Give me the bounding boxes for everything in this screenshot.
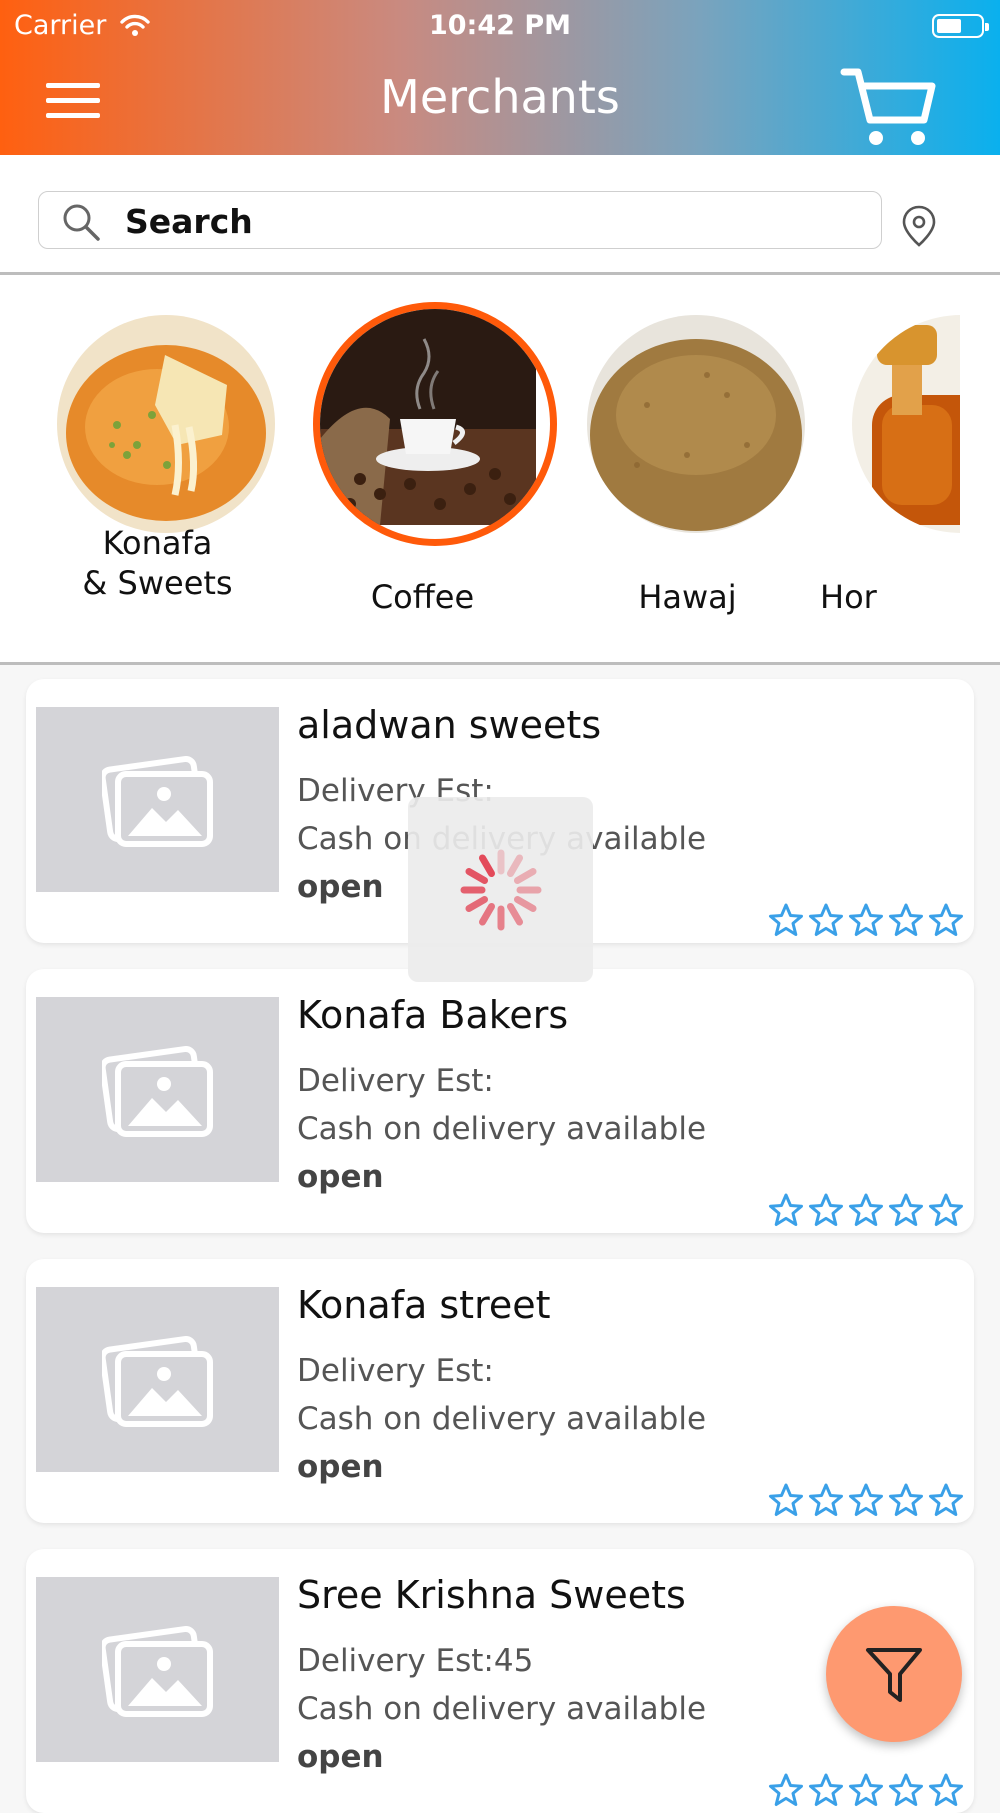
spinner-spoke <box>478 902 495 926</box>
star-icon <box>769 903 803 936</box>
star-icon <box>809 903 843 936</box>
merchant-image-placeholder <box>36 1287 279 1472</box>
category-carousel[interactable]: Konafa & Sweets Coffee Hawaj Hor <box>0 275 1000 665</box>
cart-icon[interactable] <box>840 66 936 148</box>
merchant-name: Sree Krishna Sweets <box>297 1573 686 1617</box>
image-placeholder-icon <box>102 1335 213 1427</box>
battery-icon <box>932 14 989 38</box>
filter-icon <box>866 1648 922 1702</box>
category-image-honey <box>852 315 960 533</box>
search-bar <box>0 155 1000 275</box>
star-icon <box>769 1483 803 1516</box>
merchant-name: Konafa street <box>297 1283 551 1327</box>
star-icon <box>809 1483 843 1516</box>
merchant-name: Konafa Bakers <box>297 993 569 1037</box>
star-icon <box>809 1193 843 1226</box>
category-honey[interactable]: Hor <box>820 275 960 662</box>
category-image-coffee <box>313 302 557 546</box>
merchant-status: open <box>297 1159 384 1195</box>
category-image-konafa <box>57 315 275 533</box>
category-image-hawaj <box>587 315 805 533</box>
spinner-icon <box>460 849 542 931</box>
merchant-delivery-est: Delivery Est:45 <box>297 1643 534 1679</box>
merchant-card[interactable]: Konafa Bakers Delivery Est: Cash on deli… <box>26 969 974 1233</box>
merchant-image-placeholder <box>36 707 279 892</box>
rating-stars <box>768 1193 964 1227</box>
merchant-payment-info: Cash on delivery available <box>297 1401 707 1437</box>
category-label: Konafa & Sweets <box>82 524 233 602</box>
category-label: Coffee <box>370 578 475 616</box>
merchant-payment-info: Cash on delivery available <box>297 1111 707 1147</box>
merchant-delivery-est: Delivery Est: <box>297 1063 494 1099</box>
rating-stars <box>768 1483 964 1517</box>
merchant-status: open <box>297 869 384 905</box>
category-coffee[interactable]: Coffee <box>290 275 557 662</box>
star-icon <box>889 1483 923 1516</box>
filter-button[interactable] <box>826 1606 962 1742</box>
merchant-status: open <box>297 1739 384 1775</box>
spinner-spoke <box>465 896 489 912</box>
merchant-delivery-est: Delivery Est: <box>297 1353 494 1389</box>
spinner-spoke <box>465 868 489 884</box>
status-bar: Carrier 10:42 PM <box>0 6 1000 46</box>
merchant-payment-info: Cash on delivery available <box>297 1691 707 1727</box>
category-konafa-sweets[interactable]: Konafa & Sweets <box>25 275 290 662</box>
star-icon <box>769 1773 803 1806</box>
star-icon <box>849 1773 883 1806</box>
spinner-spoke <box>479 854 495 878</box>
merchant-name: aladwan sweets <box>297 703 602 747</box>
star-icon <box>769 1193 803 1226</box>
spinner-spoke <box>513 868 537 884</box>
star-icon <box>889 903 923 936</box>
location-icon[interactable] <box>902 205 936 247</box>
star-icon <box>849 1193 883 1226</box>
merchant-image-placeholder <box>36 997 279 1182</box>
search-icon <box>63 204 100 241</box>
rating-stars <box>768 903 964 937</box>
category-hawaj[interactable]: Hawaj <box>555 275 820 662</box>
search-box[interactable] <box>38 191 882 249</box>
star-icon <box>929 1483 963 1516</box>
merchant-status: open <box>297 1449 384 1485</box>
star-icon <box>929 903 963 936</box>
star-icon <box>849 903 883 936</box>
status-time: 10:42 PM <box>428 10 571 41</box>
loading-spinner <box>408 797 593 982</box>
rating-stars <box>768 1773 964 1807</box>
image-placeholder-icon <box>102 1045 213 1137</box>
image-placeholder-icon <box>102 1625 213 1717</box>
image-placeholder-icon <box>102 755 213 847</box>
merchant-image-placeholder <box>36 1577 279 1762</box>
star-icon <box>809 1773 843 1806</box>
search-input[interactable] <box>123 198 867 244</box>
star-icon <box>889 1193 923 1226</box>
spinner-spoke <box>506 902 523 926</box>
star-icon <box>849 1483 883 1516</box>
category-label: Hawaj <box>638 578 737 616</box>
app-header: Carrier 10:42 PM Merchants <box>0 0 1000 155</box>
merchant-card[interactable]: Konafa street Delivery Est: Cash on deli… <box>26 1259 974 1523</box>
category-label: Hor <box>820 578 877 616</box>
star-icon <box>929 1193 963 1226</box>
spinner-spoke <box>507 854 523 878</box>
star-icon <box>929 1773 963 1806</box>
spinner-spoke <box>513 896 537 912</box>
star-icon <box>889 1773 923 1806</box>
